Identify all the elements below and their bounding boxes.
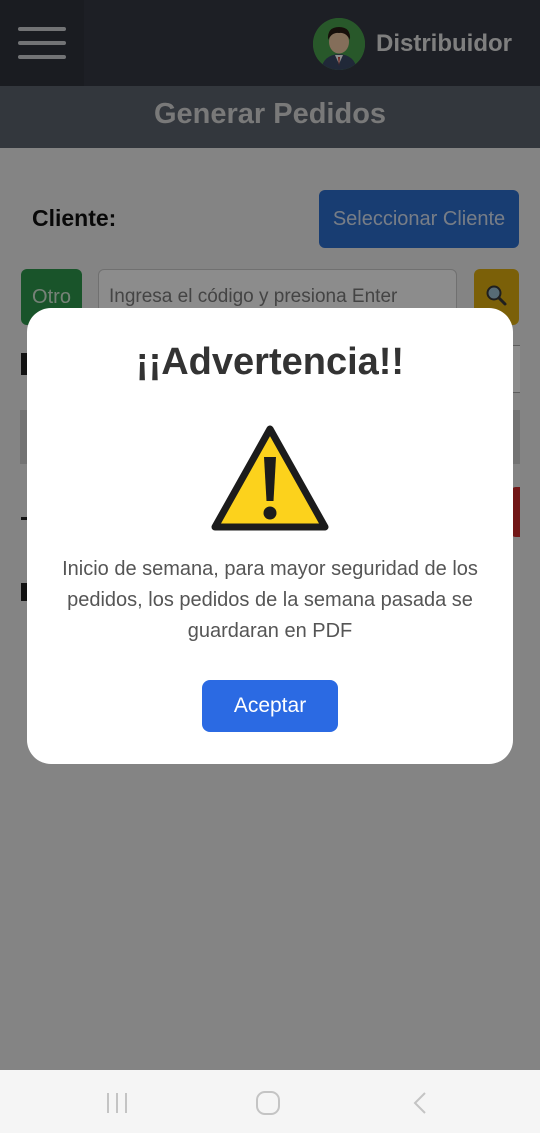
system-nav-bar	[0, 1070, 540, 1133]
recents-icon[interactable]	[104, 1090, 130, 1116]
home-icon[interactable]	[255, 1090, 281, 1116]
back-icon[interactable]	[408, 1090, 434, 1116]
warning-dialog: ¡¡Advertencia!! Inicio de semana, para m…	[27, 308, 513, 764]
dialog-message: Inicio de semana, para mayor seguridad d…	[62, 558, 478, 642]
dialog-title: ¡¡Advertencia!!	[135, 341, 405, 383]
accept-button[interactable]: Aceptar	[202, 680, 338, 732]
warning-icon	[211, 425, 329, 531]
